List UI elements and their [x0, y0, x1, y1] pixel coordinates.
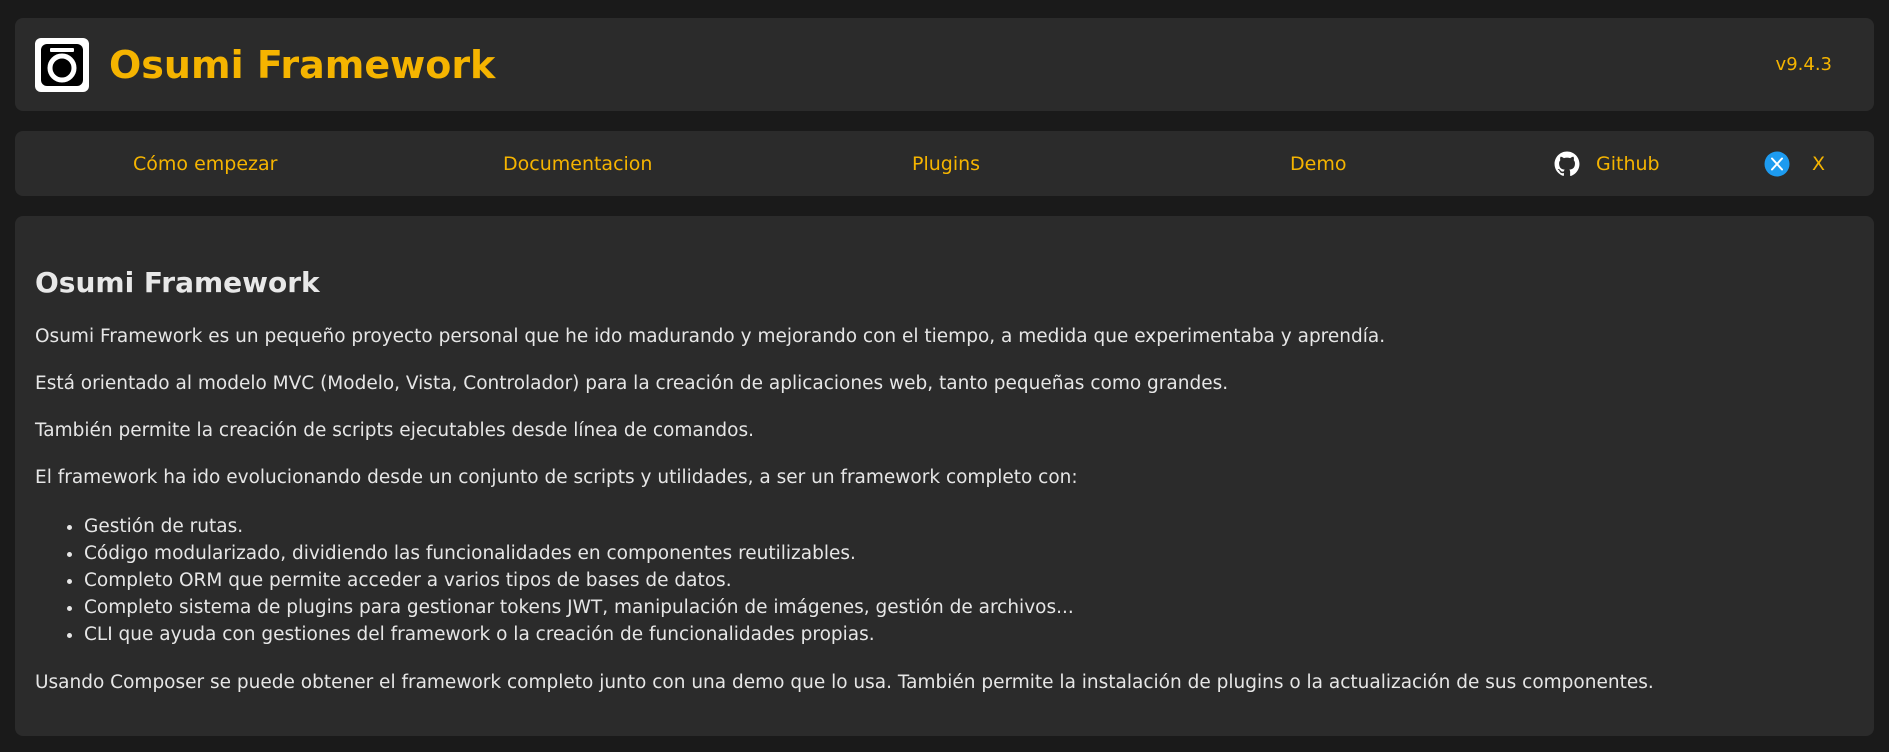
page: Osumi Framework v9.4.3 Cómo empezar Docu… — [0, 0, 1889, 752]
nav-como-empezar[interactable]: Cómo empezar — [133, 131, 277, 196]
github-icon — [1554, 151, 1580, 177]
nav-plugins[interactable]: Plugins — [912, 131, 980, 196]
nav-x[interactable]: X — [1764, 131, 1825, 196]
nav-item-label: Cómo empezar — [133, 152, 278, 175]
list-item: Completo sistema de plugins para gestion… — [84, 594, 1854, 621]
nav-item-label: Documentacion — [503, 152, 653, 175]
nav-github[interactable]: Github — [1554, 131, 1660, 196]
twitter-icon — [1764, 151, 1790, 177]
cli-paragraph: También permite la creación de scripts e… — [35, 420, 755, 441]
header: Osumi Framework v9.4.3 — [15, 18, 1874, 111]
list-item: Completo ORM que permite acceder a vario… — [84, 567, 1854, 594]
nav-documentacion[interactable]: Documentacion — [503, 131, 652, 196]
nav-item-label: Plugins — [912, 152, 981, 175]
main-content: Osumi Framework Osumi Framework es un pe… — [15, 216, 1874, 736]
osumi-logo-icon[interactable] — [35, 37, 89, 92]
evolution-paragraph: El framework ha ido evolucionando desde … — [35, 467, 1078, 488]
feature-list: Gestión de rutas. Código modularizado, d… — [35, 513, 1854, 648]
nav-item-label: X — [1812, 152, 1826, 175]
nav-demo[interactable]: Demo — [1290, 131, 1346, 196]
app-title[interactable]: Osumi Framework — [109, 43, 495, 87]
list-item: Gestión de rutas. — [84, 513, 1854, 540]
list-item: CLI que ayuda con gestiones del framewor… — [84, 621, 1854, 648]
version-label: v9.4.3 — [1775, 54, 1832, 75]
nav-item-label: Github — [1596, 152, 1660, 175]
composer-paragraph: Usando Composer se puede obtener el fram… — [35, 672, 1654, 693]
page-title: Osumi Framework — [35, 266, 320, 299]
main-nav: Cómo empezar Documentacion Plugins Demo … — [15, 131, 1874, 196]
intro-paragraph: Osumi Framework es un pequeño proyecto p… — [35, 326, 1386, 347]
mvc-paragraph: Está orientado al modelo MVC (Modelo, Vi… — [35, 373, 1229, 394]
nav-item-label: Demo — [1290, 152, 1347, 175]
list-item: Código modularizado, dividiendo las func… — [84, 540, 1854, 567]
